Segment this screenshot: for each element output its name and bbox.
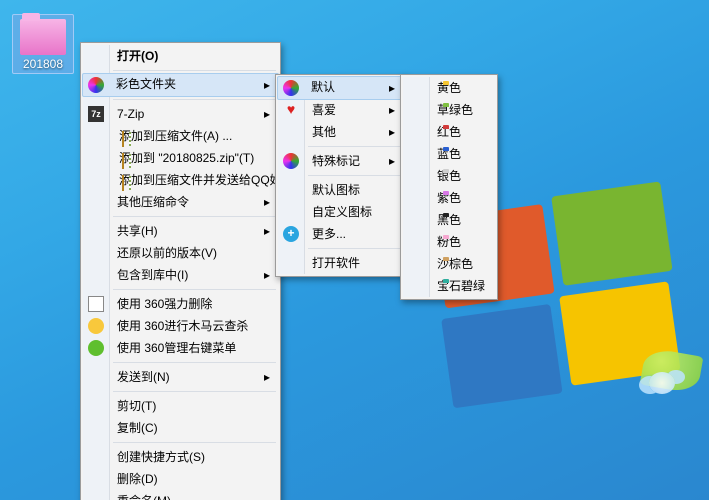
color-黑色[interactable]: 黑色	[403, 209, 495, 231]
submenu-default[interactable]: 默认▸	[277, 76, 404, 100]
file-icon	[88, 296, 104, 312]
archive-icon	[122, 131, 124, 147]
menu-share[interactable]: 共享(H)▸	[83, 220, 278, 242]
menu-add-archive[interactable]: 添加到压缩文件(A) ...	[83, 125, 278, 147]
color-label: 黑色	[437, 213, 461, 227]
archive-icon	[122, 175, 124, 191]
color-紫色[interactable]: 紫色	[403, 187, 495, 209]
color-wheel-icon	[283, 80, 299, 96]
menu-send-to[interactable]: 发送到(N)▸	[83, 366, 278, 388]
submenu-custom-icon[interactable]: 自定义图标	[278, 201, 403, 223]
menu-360-scan[interactable]: 使用 360进行木马云查杀	[83, 315, 278, 337]
menu-copy[interactable]: 复制(C)	[83, 417, 278, 439]
menu-360-manage[interactable]: 使用 360管理右键菜单	[83, 337, 278, 359]
menu-open[interactable]: 打开(O)	[83, 45, 278, 67]
360-icon	[88, 318, 104, 334]
color-宝石碧绿[interactable]: 宝石碧绿	[403, 275, 495, 297]
context-menu: 打开(O) 彩色文件夹▸ 7z7-Zip▸ 添加到压缩文件(A) ... 添加到…	[80, 42, 281, 500]
menu-add-named-zip[interactable]: 添加到 "20180825.zip"(T)	[83, 147, 278, 169]
heart-icon: ♥	[283, 102, 299, 118]
desktop-folder[interactable]: 201808	[12, 14, 74, 74]
plus-icon: +	[283, 226, 299, 242]
menu-cut[interactable]: 剪切(T)	[83, 395, 278, 417]
desktop[interactable]: 201808 打开(O) 彩色文件夹▸ 7z7-Zip▸ 添加到压缩文件(A) …	[0, 0, 709, 500]
color-label: 蓝色	[437, 147, 461, 161]
color-wheel-icon	[283, 153, 299, 169]
submenu-arrow-icon: ▸	[264, 74, 270, 96]
menu-restore-previous[interactable]: 还原以前的版本(V)	[83, 242, 278, 264]
color-黄色[interactable]: 黄色	[403, 77, 495, 99]
color-label: 紫色	[437, 191, 461, 205]
submenu-open-software[interactable]: 打开软件	[278, 252, 403, 274]
color-label: 红色	[437, 125, 461, 139]
menu-7zip[interactable]: 7z7-Zip▸	[83, 103, 278, 125]
color-粉色[interactable]: 粉色	[403, 231, 495, 253]
menu-include-library[interactable]: 包含到库中(I)▸	[83, 264, 278, 286]
submenu-colors: 黄色草绿色红色蓝色银色紫色黑色粉色沙棕色宝石碧绿	[400, 74, 498, 300]
360-icon	[88, 340, 104, 356]
menu-rename[interactable]: 重命名(M)	[83, 490, 278, 500]
archive-icon	[122, 153, 124, 169]
submenu-other[interactable]: 其他▸	[278, 121, 403, 143]
7zip-icon: 7z	[88, 106, 104, 122]
submenu-special[interactable]: 特殊标记▸	[278, 150, 403, 172]
folder-label: 201808	[15, 57, 71, 71]
color-银色[interactable]: 银色	[403, 165, 495, 187]
menu-shortcut[interactable]: 创建快捷方式(S)	[83, 446, 278, 468]
color-沙棕色[interactable]: 沙棕色	[403, 253, 495, 275]
color-草绿色[interactable]: 草绿色	[403, 99, 495, 121]
color-蓝色[interactable]: 蓝色	[403, 143, 495, 165]
submenu-favorite[interactable]: ♥喜爱▸	[278, 99, 403, 121]
color-label: 银色	[437, 169, 461, 183]
menu-other-compress[interactable]: 其他压缩命令▸	[83, 191, 278, 213]
butterfly-decoration	[649, 372, 675, 394]
menu-360-delete[interactable]: 使用 360强力删除	[83, 293, 278, 315]
color-wheel-icon	[88, 77, 104, 93]
color-label: 黄色	[437, 81, 461, 95]
color-红色[interactable]: 红色	[403, 121, 495, 143]
submenu-more[interactable]: +更多...	[278, 223, 403, 245]
folder-icon	[20, 19, 66, 55]
submenu-color-folder: 默认▸ ♥喜爱▸ 其他▸ 特殊标记▸ 默认图标 自定义图标 +更多... 打开软…	[275, 74, 406, 277]
color-label: 粉色	[437, 235, 461, 249]
menu-delete[interactable]: 删除(D)	[83, 468, 278, 490]
menu-color-folder[interactable]: 彩色文件夹▸	[82, 73, 279, 97]
menu-add-send-qq[interactable]: 添加到压缩文件并发送给QQ好友	[83, 169, 278, 191]
submenu-default-icon[interactable]: 默认图标	[278, 179, 403, 201]
